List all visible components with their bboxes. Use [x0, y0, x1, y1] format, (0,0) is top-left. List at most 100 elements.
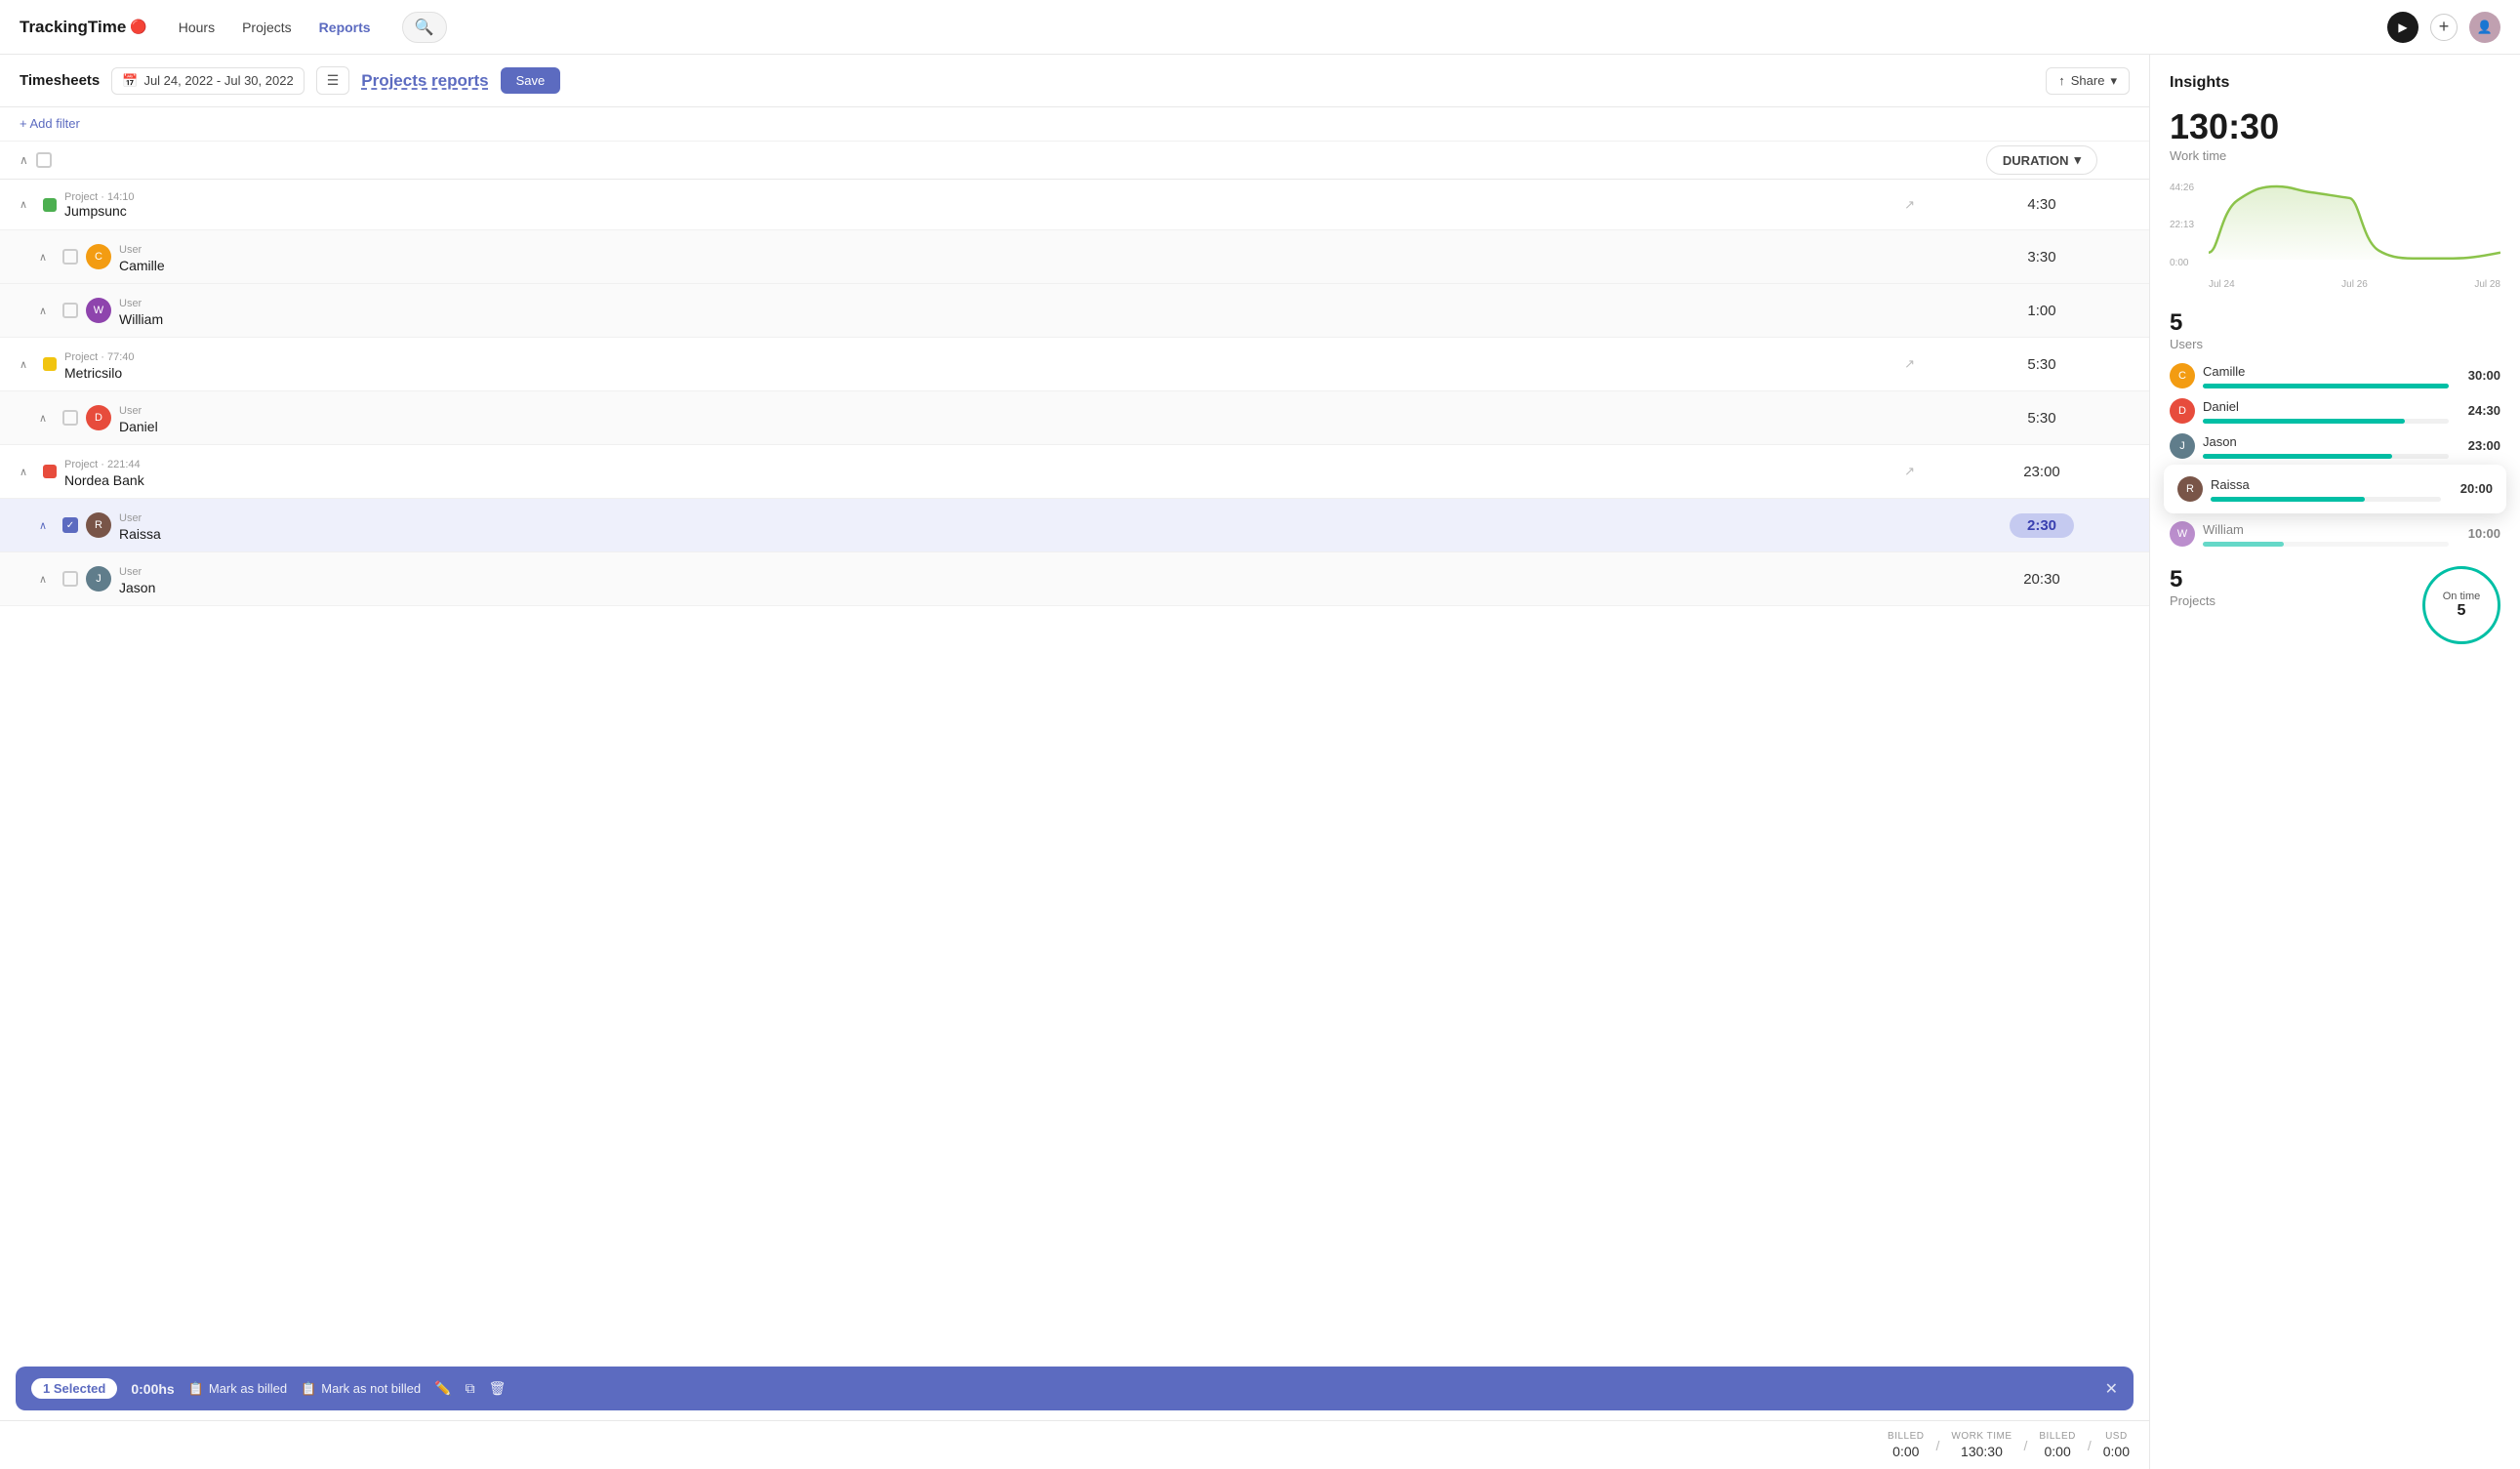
copy-icon-btn[interactable]: ⧉	[466, 1380, 475, 1397]
row-duration: 5:30	[1934, 347, 2149, 383]
y-label-mid: 22:13	[2170, 220, 2205, 230]
user-name: William	[2203, 522, 2244, 537]
row-duration: 1:00	[1934, 293, 2149, 329]
nav-projects[interactable]: Projects	[230, 14, 304, 41]
collapse-icon[interactable]: ∧	[39, 305, 55, 317]
table-row: ∧ Project · 14:10 Jumpsunc ↗ 4:30	[0, 180, 2149, 230]
table-row: ∧ Project · 77:40 Metricsilo ↗ 5:30	[0, 338, 2149, 391]
nav-hours[interactable]: Hours	[167, 14, 226, 41]
chart-y-labels: 44:26 22:13 0:00	[2170, 183, 2205, 268]
nav-right: ▶ + 👤	[2387, 12, 2500, 43]
collapse-icon[interactable]: ∧	[20, 358, 35, 371]
nav-reports[interactable]: Reports	[307, 14, 383, 41]
logo-text: TrackingTime	[20, 18, 126, 37]
user-checkbox[interactable]	[62, 571, 78, 587]
save-button[interactable]: Save	[501, 67, 561, 94]
collapse-icon[interactable]: ∧	[39, 573, 55, 586]
user-avatar[interactable]: 👤	[2469, 12, 2500, 43]
sep2: /	[2024, 1438, 2028, 1453]
row-duration: 4:30	[1934, 186, 2149, 223]
external-link-icon[interactable]: ↗	[1904, 464, 1915, 479]
row-duration: 3:30	[1934, 239, 2149, 275]
search-box[interactable]: 🔍	[402, 12, 447, 43]
mark-not-billed-btn[interactable]: 📋 Mark as not billed	[301, 1381, 421, 1397]
row-left: ∧ Project · 14:10 Jumpsunc ↗	[0, 182, 1934, 228]
row-name: Jumpsunc	[64, 203, 135, 219]
logo[interactable]: TrackingTime 🔴	[20, 18, 147, 37]
user-checkbox-checked[interactable]: ✓	[62, 517, 78, 533]
filter-icon-btn[interactable]: ☰	[316, 66, 350, 95]
row-type-label: Project · 77:40	[64, 351, 135, 363]
add-filter-btn[interactable]: + Add filter	[20, 116, 80, 131]
row-left: ∧ Project · 221:44 Nordea Bank ↗	[0, 445, 1934, 498]
collapse-icon[interactable]: ∧	[39, 251, 55, 264]
mark-billed-btn[interactable]: 📋 Mark as billed	[188, 1381, 287, 1397]
hours-badge: 0:00hs	[131, 1381, 174, 1397]
collapse-icon[interactable]: ∧	[39, 412, 55, 425]
row-name: Camille	[119, 258, 165, 273]
user-checkbox[interactable]	[62, 303, 78, 318]
collapse-all-icon[interactable]: ∧	[20, 153, 28, 167]
table-header-row: ∧ DURATION ▾	[0, 142, 2149, 180]
user-insight-row: W William 10:00	[2170, 521, 2500, 547]
duration-badge[interactable]: DURATION ▾	[1986, 145, 2097, 175]
row-name: Raissa	[119, 526, 161, 542]
row-type-label: User	[119, 566, 142, 578]
work-time-value: 130:30	[1961, 1444, 2003, 1459]
play-button[interactable]: ▶	[2387, 12, 2418, 43]
nav-links: Hours Projects Reports	[167, 14, 383, 41]
projects-label: Projects	[2170, 593, 2215, 608]
billed-label: BILLED	[1888, 1431, 1924, 1442]
x-label-1: Jul 24	[2209, 279, 2235, 290]
user-bar-fill	[2203, 542, 2284, 547]
on-time-label: On time	[2443, 591, 2481, 602]
work-time-value: 130:30	[2170, 107, 2500, 146]
user-insight-row: C Camille 30:00	[2170, 363, 2500, 388]
row-duration: 23:00	[1934, 454, 2149, 490]
row-type-label: Project · 14:10	[64, 191, 135, 203]
users-section: 5 Users C Camille 30:00 D Daniel	[2170, 309, 2500, 547]
user-checkbox[interactable]	[62, 410, 78, 426]
table-row-raissa: ∧ ✓ R User Raissa 2:30	[0, 499, 2149, 552]
collapse-icon[interactable]: ∧	[20, 466, 35, 478]
row-name: Metricsilo	[64, 365, 135, 381]
billed-value: 0:00	[1892, 1444, 1919, 1459]
share-button[interactable]: ↑ Share ▾	[2046, 67, 2130, 95]
user-avatar: D	[2170, 398, 2195, 424]
user-bar-fill	[2203, 384, 2449, 388]
user-avatar: C	[2170, 363, 2195, 388]
row-label: User William	[119, 294, 163, 327]
total-work-time: WORK TIME 130:30	[1951, 1431, 2012, 1459]
mark-billed-label: Mark as billed	[209, 1381, 287, 1396]
external-link-icon[interactable]: ↗	[1904, 197, 1915, 213]
table-row: ∧ C User Camille 3:30	[0, 230, 2149, 284]
delete-icon-btn[interactable]: 🗑	[489, 1380, 507, 1397]
user-time: 10:00	[2457, 526, 2500, 541]
top-nav: TrackingTime 🔴 Hours Projects Reports 🔍 …	[0, 0, 2520, 55]
row-duration: 20:30	[1934, 561, 2149, 597]
duration-header-cell: DURATION ▾	[1934, 145, 2149, 175]
edit-icon-btn[interactable]: ✏️	[434, 1380, 451, 1397]
date-range-picker[interactable]: 📅 Jul 24, 2022 - Jul 30, 2022	[111, 67, 304, 95]
user-checkbox[interactable]	[62, 249, 78, 265]
sub-header: Timesheets 📅 Jul 24, 2022 - Jul 30, 2022…	[0, 55, 2149, 107]
x-label-3: Jul 28	[2474, 279, 2500, 290]
external-link-icon[interactable]: ↗	[1904, 356, 1915, 372]
work-time-label: WORK TIME	[1951, 1431, 2012, 1442]
row-left: ∧ J User Jason	[0, 552, 1934, 605]
collapse-icon[interactable]: ∧	[39, 519, 55, 532]
chart-x-labels: Jul 24 Jul 26 Jul 28	[2209, 279, 2500, 290]
close-bar-btn[interactable]: ✕	[2105, 1379, 2118, 1399]
user-bar-wrap: Raissa	[2211, 476, 2441, 502]
row-duration: 5:30	[1934, 400, 2149, 436]
row-left: ∧ Project · 77:40 Metricsilo ↗	[0, 338, 1934, 390]
x-label-2: Jul 26	[2341, 279, 2368, 290]
add-button[interactable]: +	[2430, 14, 2458, 41]
chart-container: 44:26 22:13 0:00 Jul 24 Jul 26	[2170, 183, 2500, 290]
collapse-icon[interactable]: ∧	[20, 198, 35, 211]
user-avatar: C	[86, 244, 111, 269]
bottom-action-bar: 1 Selected 0:00hs 📋 Mark as billed 📋 Mar…	[16, 1367, 2134, 1410]
total-billed2: BILLED 0:00	[2039, 1431, 2075, 1459]
select-all-checkbox[interactable]	[36, 152, 52, 168]
user-bar-bg	[2203, 542, 2449, 547]
